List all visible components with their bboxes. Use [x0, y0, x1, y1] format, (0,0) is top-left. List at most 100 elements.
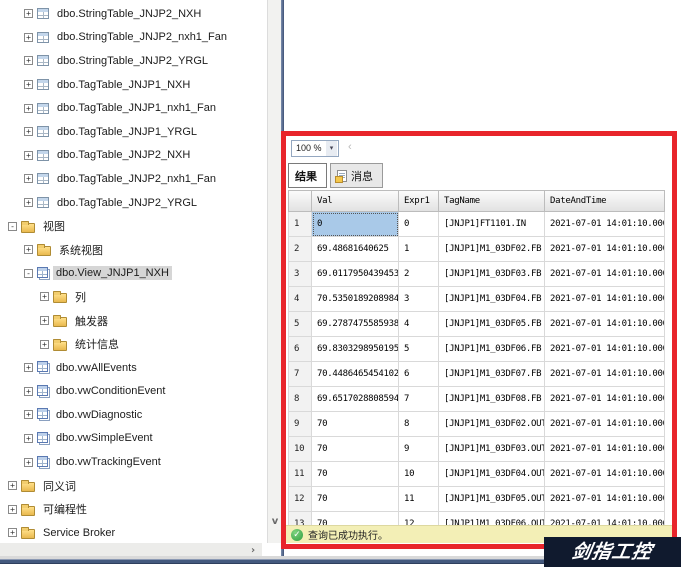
tree-item[interactable]: +dbo.TagTable_JNJP1_YRGL — [0, 120, 267, 144]
tree-item[interactable]: +dbo.vwDiagnostic — [0, 403, 267, 427]
grid-cell[interactable]: 2021-07-01 14:01:10.000 — [545, 312, 665, 337]
expand-icon[interactable]: + — [40, 292, 49, 301]
grid-cell[interactable]: 3 — [399, 287, 439, 312]
row-number-cell[interactable]: 10 — [288, 437, 312, 462]
column-header-dateandtime[interactable]: DateAndTime — [545, 190, 665, 212]
expand-icon[interactable]: + — [24, 363, 33, 372]
tree-item[interactable]: +dbo.vwAllEvents — [0, 356, 267, 380]
grid-cell[interactable]: 69.8303298950195 — [312, 337, 399, 362]
column-header-tagname[interactable]: TagName — [439, 190, 545, 212]
expand-icon[interactable]: + — [24, 458, 33, 467]
grid-cell[interactable]: [JNJP1]M1_03DF04.FB — [439, 287, 545, 312]
row-number-cell[interactable]: 4 — [288, 287, 312, 312]
row-number-cell[interactable]: 5 — [288, 312, 312, 337]
grid-cell[interactable]: [JNJP1]M1_03DF05.OUT — [439, 487, 545, 512]
grid-cell[interactable]: 69.48681640625 — [312, 237, 399, 262]
tab-messages[interactable]: 消息 — [330, 163, 383, 188]
tree-item[interactable]: +dbo.StringTable_JNJP2_nxh1_Fan — [0, 26, 267, 50]
grid-cell[interactable]: [JNJP1]M1_03DF08.FB — [439, 387, 545, 412]
scroll-down-icon[interactable]: v — [268, 515, 282, 529]
grid-cell[interactable]: 70 — [312, 412, 399, 437]
expand-icon[interactable]: + — [40, 316, 49, 325]
grid-cell[interactable]: 2021-07-01 14:01:10.000 — [545, 387, 665, 412]
tree-item[interactable]: +dbo.TagTable_JNJP1_NXH — [0, 73, 267, 97]
grid-cell[interactable]: 70 — [312, 462, 399, 487]
tree-item[interactable]: +dbo.TagTable_JNJP1_nxh1_Fan — [0, 96, 267, 120]
row-number-header[interactable] — [288, 190, 312, 212]
grid-cell[interactable]: 10 — [399, 462, 439, 487]
tree-item[interactable]: +dbo.TagTable_JNJP2_NXH — [0, 144, 267, 168]
tree-item[interactable]: +dbo.StringTable_JNJP2_YRGL — [0, 49, 267, 73]
zoom-level-select[interactable]: 100 % ▾ — [291, 140, 339, 157]
grid-cell[interactable]: [JNJP1]M1_03DF05.FB — [439, 312, 545, 337]
grid-cell[interactable]: 2021-07-01 14:01:10.000 — [545, 437, 665, 462]
grid-cell[interactable]: [JNJP1]M1_03DF06.FB — [439, 337, 545, 362]
grid-cell[interactable]: 9 — [399, 437, 439, 462]
expand-icon[interactable]: + — [24, 245, 33, 254]
expand-icon[interactable]: + — [24, 434, 33, 443]
tree-item[interactable]: +触发器 — [0, 309, 267, 333]
expand-icon[interactable]: + — [24, 410, 33, 419]
tree-item[interactable]: +dbo.vwTrackingEvent — [0, 450, 267, 474]
grid-cell[interactable]: 70.4486465454102 — [312, 362, 399, 387]
tree-item[interactable]: -视图 — [0, 214, 267, 238]
grid-cell[interactable]: 2021-07-01 14:01:10.000 — [545, 362, 665, 387]
tree-item[interactable]: +dbo.vwConditionEvent — [0, 380, 267, 404]
tree-item[interactable]: -dbo.View_JNJP1_NXH — [0, 262, 267, 286]
expand-icon[interactable]: + — [24, 33, 33, 42]
expand-icon[interactable]: + — [24, 9, 33, 18]
tab-results[interactable]: 结果 — [288, 163, 327, 188]
expand-icon[interactable]: + — [24, 198, 33, 207]
row-number-cell[interactable]: 11 — [288, 462, 312, 487]
tree-item[interactable]: +列 — [0, 285, 267, 309]
row-number-cell[interactable]: 8 — [288, 387, 312, 412]
grid-cell[interactable]: 2021-07-01 14:01:10.000 — [545, 287, 665, 312]
grid-cell[interactable]: 0 — [312, 212, 399, 237]
tree-item[interactable]: +系统视图 — [0, 238, 267, 262]
expand-icon[interactable]: + — [24, 104, 33, 113]
grid-cell[interactable]: [JNJP1]M1_03DF03.FB — [439, 262, 545, 287]
expand-icon[interactable]: + — [24, 80, 33, 89]
grid-cell[interactable]: [JNJP1]M1_03DF06.OUT — [439, 512, 545, 525]
expand-icon[interactable]: + — [8, 481, 17, 490]
row-number-cell[interactable]: 12 — [288, 487, 312, 512]
grid-cell[interactable]: 70 — [312, 487, 399, 512]
expand-icon[interactable]: + — [24, 127, 33, 136]
row-number-cell[interactable]: 9 — [288, 412, 312, 437]
grid-cell[interactable]: 2021-07-01 14:01:10.000 — [545, 212, 665, 237]
tree-item[interactable]: +dbo.StringTable_JNJP2_NXH — [0, 2, 267, 26]
expand-icon[interactable]: + — [24, 174, 33, 183]
expand-icon[interactable]: + — [8, 505, 17, 514]
grid-cell[interactable]: 11 — [399, 487, 439, 512]
row-number-cell[interactable]: 2 — [288, 237, 312, 262]
grid-cell[interactable]: 12 — [399, 512, 439, 525]
expand-icon[interactable]: + — [24, 56, 33, 65]
grid-cell[interactable]: 69.6517028808594 — [312, 387, 399, 412]
grid-cell[interactable]: 2021-07-01 14:01:10.000 — [545, 487, 665, 512]
grid-cell[interactable]: [JNJP1]M1_03DF04.OUT — [439, 462, 545, 487]
expand-icon[interactable]: + — [8, 528, 17, 537]
grid-cell[interactable]: [JNJP1]M1_03DF03.OUT — [439, 437, 545, 462]
grid-cell[interactable]: 69.0117950439453 — [312, 262, 399, 287]
row-number-cell[interactable]: 6 — [288, 337, 312, 362]
expand-icon[interactable]: + — [24, 151, 33, 160]
grid-cell[interactable]: 8 — [399, 412, 439, 437]
object-explorer-vertical-scrollbar[interactable]: v — [267, 0, 281, 543]
grid-cell[interactable]: 5 — [399, 337, 439, 362]
grid-cell[interactable]: 2021-07-01 14:01:10.000 — [545, 512, 665, 525]
grid-cell[interactable]: 6 — [399, 362, 439, 387]
grid-cell[interactable]: 2021-07-01 14:01:10.000 — [545, 237, 665, 262]
grid-cell[interactable]: 0 — [399, 212, 439, 237]
column-header-expr1[interactable]: Expr1 — [399, 190, 439, 212]
grid-cell[interactable]: 7 — [399, 387, 439, 412]
row-number-cell[interactable]: 13 — [288, 512, 312, 525]
row-number-cell[interactable]: 1 — [288, 212, 312, 237]
tree-item[interactable]: +dbo.TagTable_JNJP2_nxh1_Fan — [0, 167, 267, 191]
collapse-icon[interactable]: - — [24, 269, 33, 278]
expand-icon[interactable]: + — [24, 387, 33, 396]
tree-item[interactable]: +统计信息 — [0, 332, 267, 356]
row-number-cell[interactable]: 7 — [288, 362, 312, 387]
grid-cell[interactable]: 2021-07-01 14:01:10.000 — [545, 412, 665, 437]
grid-cell[interactable]: 2021-07-01 14:01:10.000 — [545, 462, 665, 487]
grid-cell[interactable]: 2021-07-01 14:01:10.000 — [545, 337, 665, 362]
